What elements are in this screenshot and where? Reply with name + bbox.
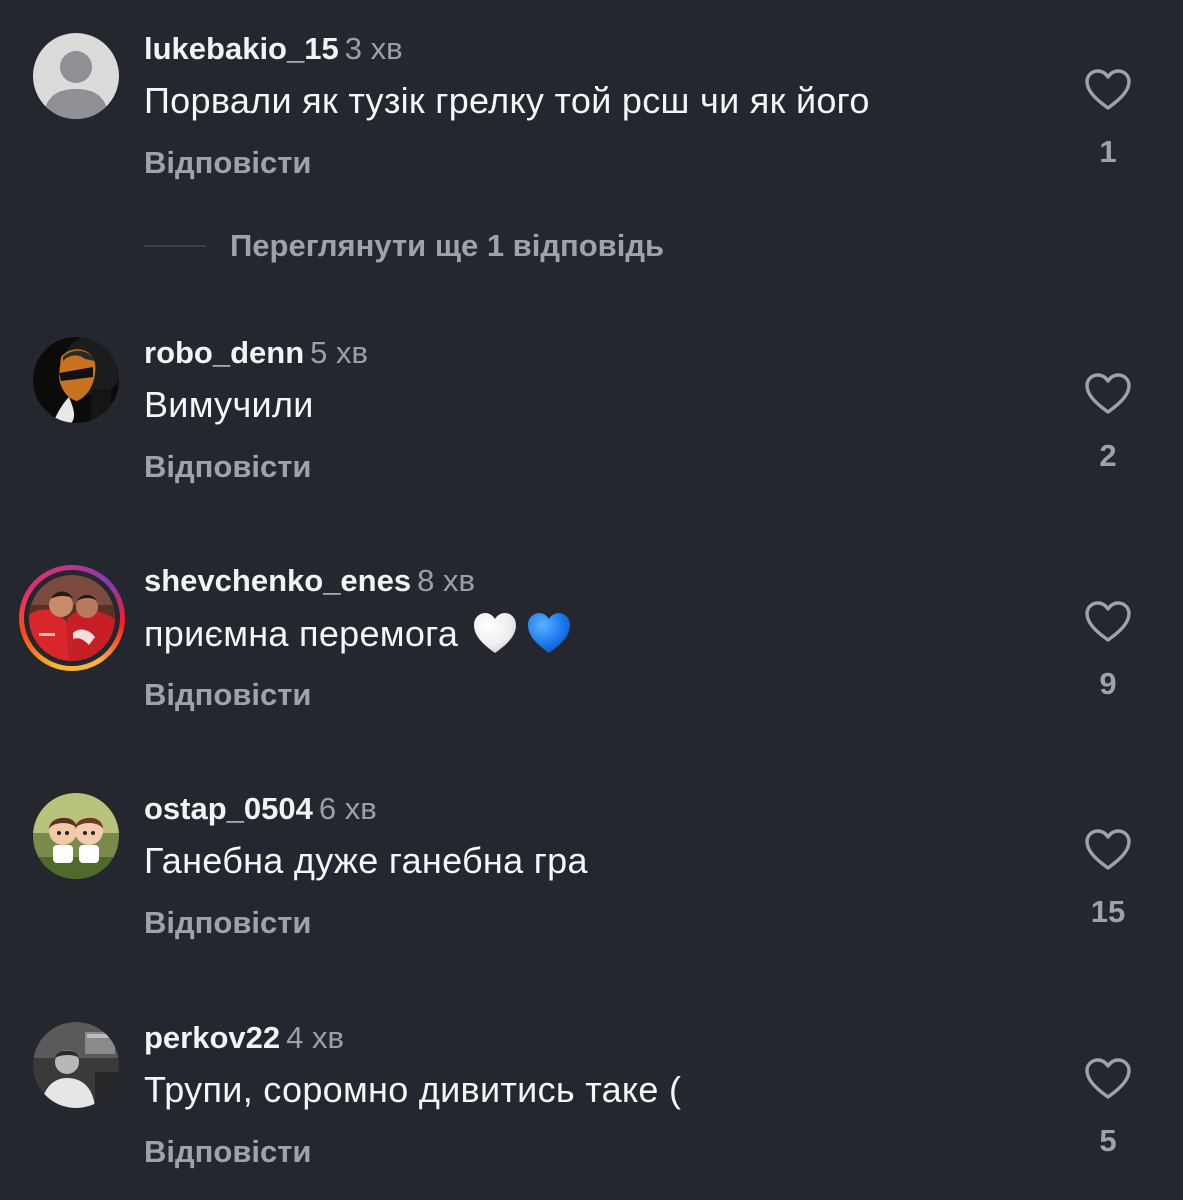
reply-button[interactable]: Відповісти: [144, 905, 312, 941]
comment-header: robo_denn 5 хв: [144, 335, 368, 371]
cartoon-kids-photo-icon: [33, 793, 119, 879]
username[interactable]: lukebakio_15: [144, 31, 339, 66]
like-button[interactable]: [1084, 828, 1132, 872]
comment-text: Порвали як тузік грелку той рсш чи як йо…: [144, 80, 870, 121]
avatar[interactable]: [33, 33, 119, 119]
comment-item: ostap_0504 6 хв Ганебна дуже ганебна гра …: [0, 760, 1183, 960]
view-more-replies-label: Переглянути ще 1 відповідь: [230, 228, 665, 263]
person-with-sunglasses-photo-icon: [33, 337, 119, 423]
default-user-avatar-icon: [33, 33, 119, 119]
like-button[interactable]: [1084, 1057, 1132, 1101]
username[interactable]: perkov22: [144, 1020, 280, 1055]
heart-outline-icon: [1085, 1058, 1131, 1099]
comment-text: Трупи, соромно дивитись таке (: [144, 1069, 682, 1110]
comment-text: Вимучили: [144, 384, 314, 425]
avatar-ring-gap: [24, 570, 120, 666]
timestamp: 4 хв: [286, 1020, 344, 1055]
username[interactable]: robo_denn: [144, 335, 304, 370]
reply-button[interactable]: Відповісти: [144, 145, 312, 181]
username[interactable]: ostap_0504: [144, 791, 313, 826]
person-in-room-photo-icon: [33, 1022, 119, 1108]
heart-outline-icon: [1085, 373, 1131, 414]
avatar: [29, 575, 115, 661]
timestamp: 8 хв: [417, 563, 475, 598]
comment-text-content: приємна перемога: [144, 613, 459, 654]
comment-text: приємна перемога: [144, 611, 572, 656]
like-button[interactable]: [1084, 372, 1132, 416]
timestamp: 5 хв: [310, 335, 368, 370]
like-button[interactable]: [1084, 68, 1132, 112]
timestamp: 3 хв: [344, 31, 403, 66]
comment-text: Ганебна дуже ганебна гра: [144, 840, 588, 881]
football-players-photo-icon: [29, 575, 115, 661]
reply-button[interactable]: Відповісти: [144, 449, 312, 485]
like-button[interactable]: [1084, 600, 1132, 644]
heart-outline-icon: [1085, 69, 1131, 110]
comment-header: shevchenko_enes 8 хв: [144, 563, 475, 599]
reply-button[interactable]: Відповісти: [144, 1134, 312, 1170]
heart-outline-icon: [1085, 601, 1131, 642]
comment-item: perkov22 4 хв Трупи, соромно дивитись так…: [0, 989, 1183, 1189]
story-ring-avatar[interactable]: [19, 565, 125, 671]
blue-heart-icon: [528, 613, 571, 653]
avatar[interactable]: [33, 793, 119, 879]
heart-outline-icon: [1085, 829, 1131, 870]
thread-divider-line: [144, 245, 206, 247]
like-count: 1: [1099, 134, 1117, 169]
username[interactable]: shevchenko_enes: [144, 563, 411, 598]
like-count: 5: [1099, 1123, 1117, 1158]
like-count: 2: [1099, 438, 1117, 473]
comment-header: ostap_0504 6 хв: [144, 791, 377, 827]
comment-header: lukebakio_15 3 хв: [144, 31, 403, 67]
white-heart-icon: [474, 613, 517, 653]
avatar[interactable]: [33, 1022, 119, 1108]
comment-item: robo_denn 5 хв Вимучили Відповісти 2: [0, 304, 1183, 504]
comment-item: shevchenko_enes8 хв приємна перемога Ві: [0, 532, 1183, 732]
avatar[interactable]: [33, 337, 119, 423]
comment-header: perkov22 4 хв: [144, 1020, 344, 1056]
timestamp: 6 хв: [318, 791, 377, 826]
like-count: 9: [1099, 666, 1117, 701]
like-count: 15: [1090, 894, 1126, 929]
reply-button[interactable]: Відповісти: [144, 677, 312, 713]
comment-item: lukebakio_15 3 хв Порвали як тузік грелку…: [0, 0, 1183, 200]
